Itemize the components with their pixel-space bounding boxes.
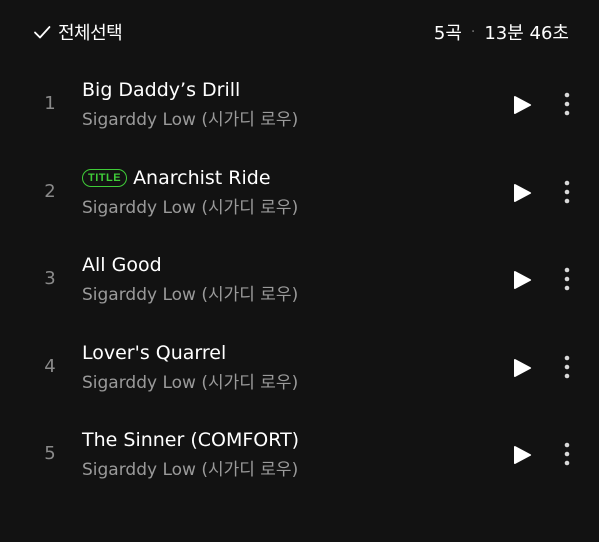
title-track-badge: TITLE <box>82 168 128 187</box>
total-duration: 13분 46초 <box>484 23 569 44</box>
track-title[interactable]: Lover's Quarrel <box>82 342 226 364</box>
select-all-label: 전체선택 <box>58 23 123 44</box>
track-title-row: The Sinner (COMFORT) <box>82 427 299 453</box>
track-title[interactable]: Anarchist Ride <box>133 167 270 189</box>
track-artist[interactable]: Sigarddy Low (시가디 로우) <box>82 371 298 395</box>
track-number: 5 <box>44 443 56 464</box>
track-artist[interactable]: Sigarddy Low (시가디 로우) <box>82 108 298 132</box>
more-vertical-icon[interactable] <box>556 353 578 381</box>
track-row[interactable]: 4 Lover's Quarrel Sigarddy Low (시가디 로우) <box>0 323 599 411</box>
play-icon[interactable] <box>510 181 534 205</box>
track-list: 1 Big Daddy’s Drill Sigarddy Low (시가디 로우… <box>0 60 599 498</box>
play-icon[interactable] <box>510 93 534 117</box>
track-title-row: TITLE Anarchist Ride <box>82 165 271 191</box>
summary-separator: · <box>470 24 476 40</box>
select-all-button[interactable]: 전체선택 <box>32 18 123 46</box>
album-summary: 5곡 · 13분 46초 <box>434 18 569 46</box>
more-vertical-icon[interactable] <box>556 265 578 293</box>
play-icon[interactable] <box>510 443 534 467</box>
track-number: 1 <box>44 93 56 114</box>
track-artist[interactable]: Sigarddy Low (시가디 로우) <box>82 196 298 220</box>
more-vertical-icon[interactable] <box>556 178 578 206</box>
track-artist[interactable]: Sigarddy Low (시가디 로우) <box>82 458 298 482</box>
track-artist[interactable]: Sigarddy Low (시가디 로우) <box>82 283 298 307</box>
check-icon <box>34 26 51 39</box>
play-icon[interactable] <box>510 268 534 292</box>
track-row[interactable]: 3 All Good Sigarddy Low (시가디 로우) <box>0 235 599 323</box>
track-row[interactable]: 5 The Sinner (COMFORT) Sigarddy Low (시가디… <box>0 410 599 498</box>
play-icon[interactable] <box>510 356 534 380</box>
track-number: 4 <box>44 355 56 377</box>
track-number: 3 <box>44 268 56 289</box>
more-vertical-icon[interactable] <box>556 90 578 118</box>
track-title[interactable]: All Good <box>82 254 162 276</box>
track-number: 2 <box>44 180 56 202</box>
tracklist-header: 전체선택 5곡 · 13분 46초 <box>0 0 599 64</box>
more-vertical-icon[interactable] <box>556 440 578 468</box>
track-title-row: Big Daddy’s Drill <box>82 77 240 103</box>
track-title-row: All Good <box>82 252 162 278</box>
track-row[interactable]: 2 TITLE Anarchist Ride Sigarddy Low (시가디… <box>0 148 599 236</box>
track-count: 5곡 <box>433 23 462 44</box>
track-row[interactable]: 1 Big Daddy’s Drill Sigarddy Low (시가디 로우… <box>0 60 599 148</box>
track-title[interactable]: The Sinner (COMFORT) <box>82 429 299 451</box>
track-title[interactable]: Big Daddy’s Drill <box>82 79 240 101</box>
track-title-row: Lover's Quarrel <box>82 340 226 366</box>
